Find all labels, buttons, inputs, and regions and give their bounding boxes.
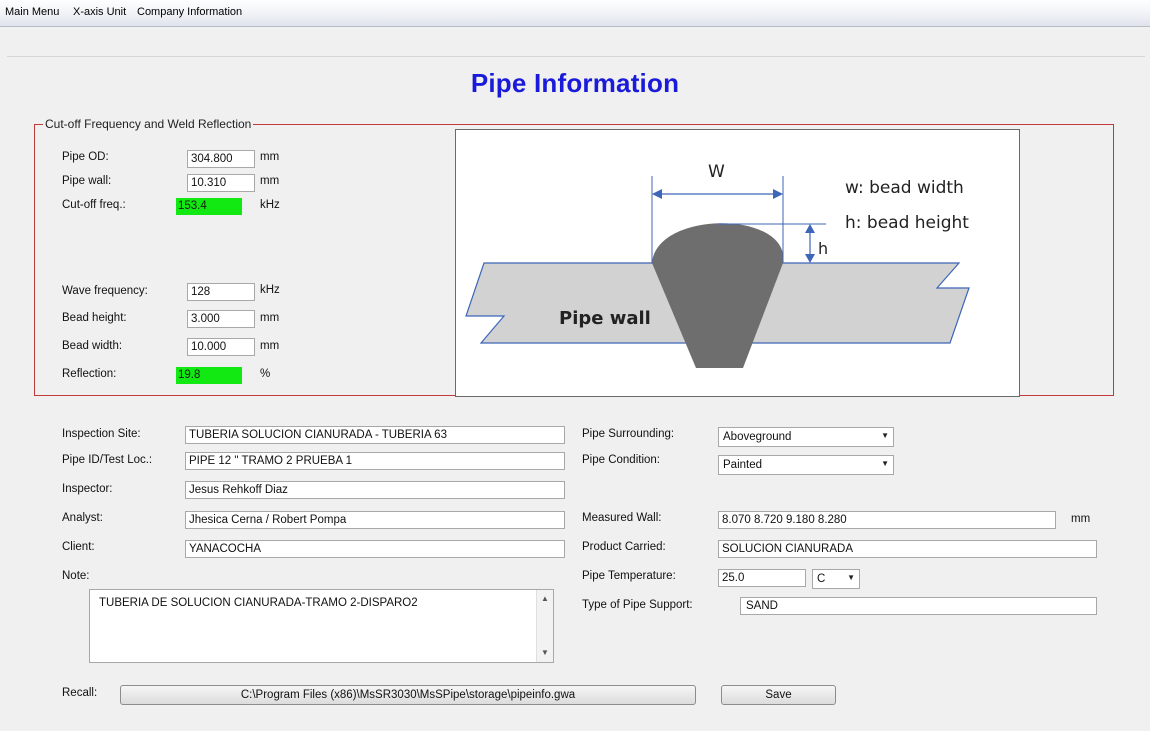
wave-frequency-input[interactable]: 128 [187,283,255,301]
inspector-label: Inspector: [62,483,113,495]
pipe-condition-value: Painted [723,459,763,471]
product-carried-input[interactable]: SOLUCION CIANURADA [718,540,1097,558]
temperature-unit-value: C [817,573,826,585]
analyst-input[interactable]: Jhesica Cerna / Robert Pompa [185,511,565,529]
chevron-down-icon: ▼ [881,431,889,440]
cutoff-freq-label: Cut-off freq.: [62,199,126,211]
cutoff-freq-value: 153.4 [176,198,242,215]
menu-main-menu[interactable]: Main Menu [5,6,59,18]
client-input[interactable]: YANACOCHA [185,540,565,558]
pipe-wall-label: Pipe wall [559,308,651,329]
pipe-id-input[interactable]: PIPE 12 " TRAMO 2 PRUEBA 1 [185,452,565,470]
weld-bead-shape [652,223,784,368]
temperature-unit-select[interactable]: C ▼ [812,569,860,589]
client-label: Client: [62,541,95,553]
pipe-surrounding-value: Aboveground [723,431,792,443]
bead-width-input[interactable]: 10.000 [187,338,255,356]
w-label: W [708,162,725,182]
wave-frequency-label: Wave frequency: [62,285,148,297]
page-title: Pipe Information [470,68,680,98]
note-label: Note: [62,570,90,582]
reflection-label: Reflection: [62,368,117,380]
measured-wall-input[interactable]: 8.070 8.720 9.180 8.280 [718,511,1056,529]
measured-wall-label: Measured Wall: [582,512,662,524]
pipe-support-label: Type of Pipe Support: [582,599,693,611]
bead-width-unit: mm [260,340,280,352]
wave-frequency-unit: kHz [260,284,280,296]
pipe-od-label: Pipe OD: [62,151,109,163]
menu-bar: Main Menu X-axis Unit Company Informatio… [0,0,1150,27]
weld-bead-svg: W h w: bead width h: bead height Pipe wa… [465,162,970,368]
bead-height-unit: mm [260,312,280,324]
pipe-condition-label: Pipe Condition: [582,454,660,466]
pipe-temperature-input[interactable]: 25.0 [718,569,806,587]
note-textarea[interactable]: TUBERIA DE SOLUCION CIANURADA-TRAMO 2-DI… [89,589,554,663]
chevron-down-icon: ▼ [847,573,855,582]
recall-file-button[interactable]: C:\Program Files (x86)\MsSR3030\MsSPipe\… [120,685,696,705]
pipe-surrounding-label: Pipe Surrounding: [582,428,675,440]
inspector-input[interactable]: Jesus Rehkoff Diaz [185,481,565,499]
menu-company-information[interactable]: Company Information [137,6,242,18]
pipe-wall-unit: mm [260,175,280,187]
bead-height-label: Bead height: [62,312,127,324]
pipe-temperature-label: Pipe Temperature: [582,570,676,582]
weld-bead-diagram: W h w: bead width h: bead height Pipe wa… [455,129,1020,397]
cutoff-freq-unit: kHz [260,199,280,211]
reflection-value: 19.8 [176,367,242,384]
note-scrollbar[interactable]: ▲ ▼ [536,590,553,662]
pipe-surrounding-select[interactable]: Aboveground ▼ [718,427,894,447]
analyst-label: Analyst: [62,512,103,524]
pipe-wall-label: Pipe wall: [62,175,112,187]
chevron-down-icon: ▼ [881,459,889,468]
menu-x-axis-unit[interactable]: X-axis Unit [73,6,126,18]
recall-label: Recall: [62,687,98,699]
reflection-unit: % [260,368,271,380]
pipe-wall-input[interactable]: 10.310 [187,174,255,192]
measured-wall-unit: mm [1071,513,1091,525]
pipe-od-input[interactable]: 304.800 [187,150,255,168]
pipe-condition-select[interactable]: Painted ▼ [718,455,894,475]
pipe-id-label: Pipe ID/Test Loc.: [62,454,153,466]
pipe-support-input[interactable]: SAND [740,597,1097,615]
scroll-up-icon[interactable]: ▲ [541,594,549,603]
legend-bead-width: w: bead width [845,178,964,198]
save-button[interactable]: Save [721,685,836,705]
inspection-site-label: Inspection Site: [62,428,141,440]
bead-width-label: Bead width: [62,340,123,352]
legend-bead-height: h: bead height [845,213,969,233]
scroll-down-icon[interactable]: ▼ [541,648,549,657]
h-label: h [818,239,828,258]
inspection-site-input[interactable]: TUBERIA SOLUCION CIANURADA - TUBERIA 63 [185,426,565,444]
bead-height-input[interactable]: 3.000 [187,310,255,328]
pipe-od-unit: mm [260,151,280,163]
product-carried-label: Product Carried: [582,541,666,553]
cutoff-group-title: Cut-off Frequency and Weld Reflection [43,117,254,131]
note-text: TUBERIA DE SOLUCION CIANURADA-TRAMO 2-DI… [99,597,418,609]
